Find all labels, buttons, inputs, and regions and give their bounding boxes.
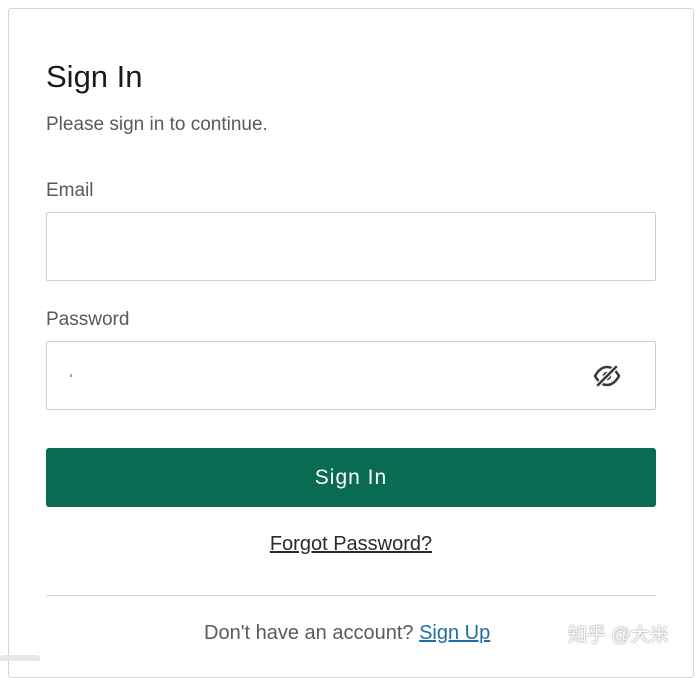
email-label: Email	[46, 180, 94, 201]
email-field-box	[46, 212, 656, 281]
email-field[interactable]	[47, 213, 567, 280]
page-subtitle: Please sign in to continue.	[46, 114, 268, 135]
password-field[interactable]	[47, 342, 567, 409]
password-label: Password	[46, 309, 130, 330]
text-caret	[70, 374, 72, 377]
divider	[46, 595, 656, 596]
scrollbar[interactable]	[0, 655, 40, 661]
sign-up-link[interactable]: Sign Up	[419, 622, 490, 644]
sign-in-button[interactable]: Sign In	[46, 448, 656, 507]
page-title: Sign In	[46, 59, 143, 94]
password-field-box	[46, 341, 656, 410]
signup-prompt: Don't have an account? Sign Up	[204, 622, 490, 645]
watermark: 知乎 @大米	[568, 625, 669, 646]
signup-prompt-text: Don't have an account?	[204, 622, 414, 644]
forgot-password-link[interactable]: Forgot Password?	[0, 533, 696, 556]
eye-slash-icon[interactable]	[593, 364, 621, 388]
